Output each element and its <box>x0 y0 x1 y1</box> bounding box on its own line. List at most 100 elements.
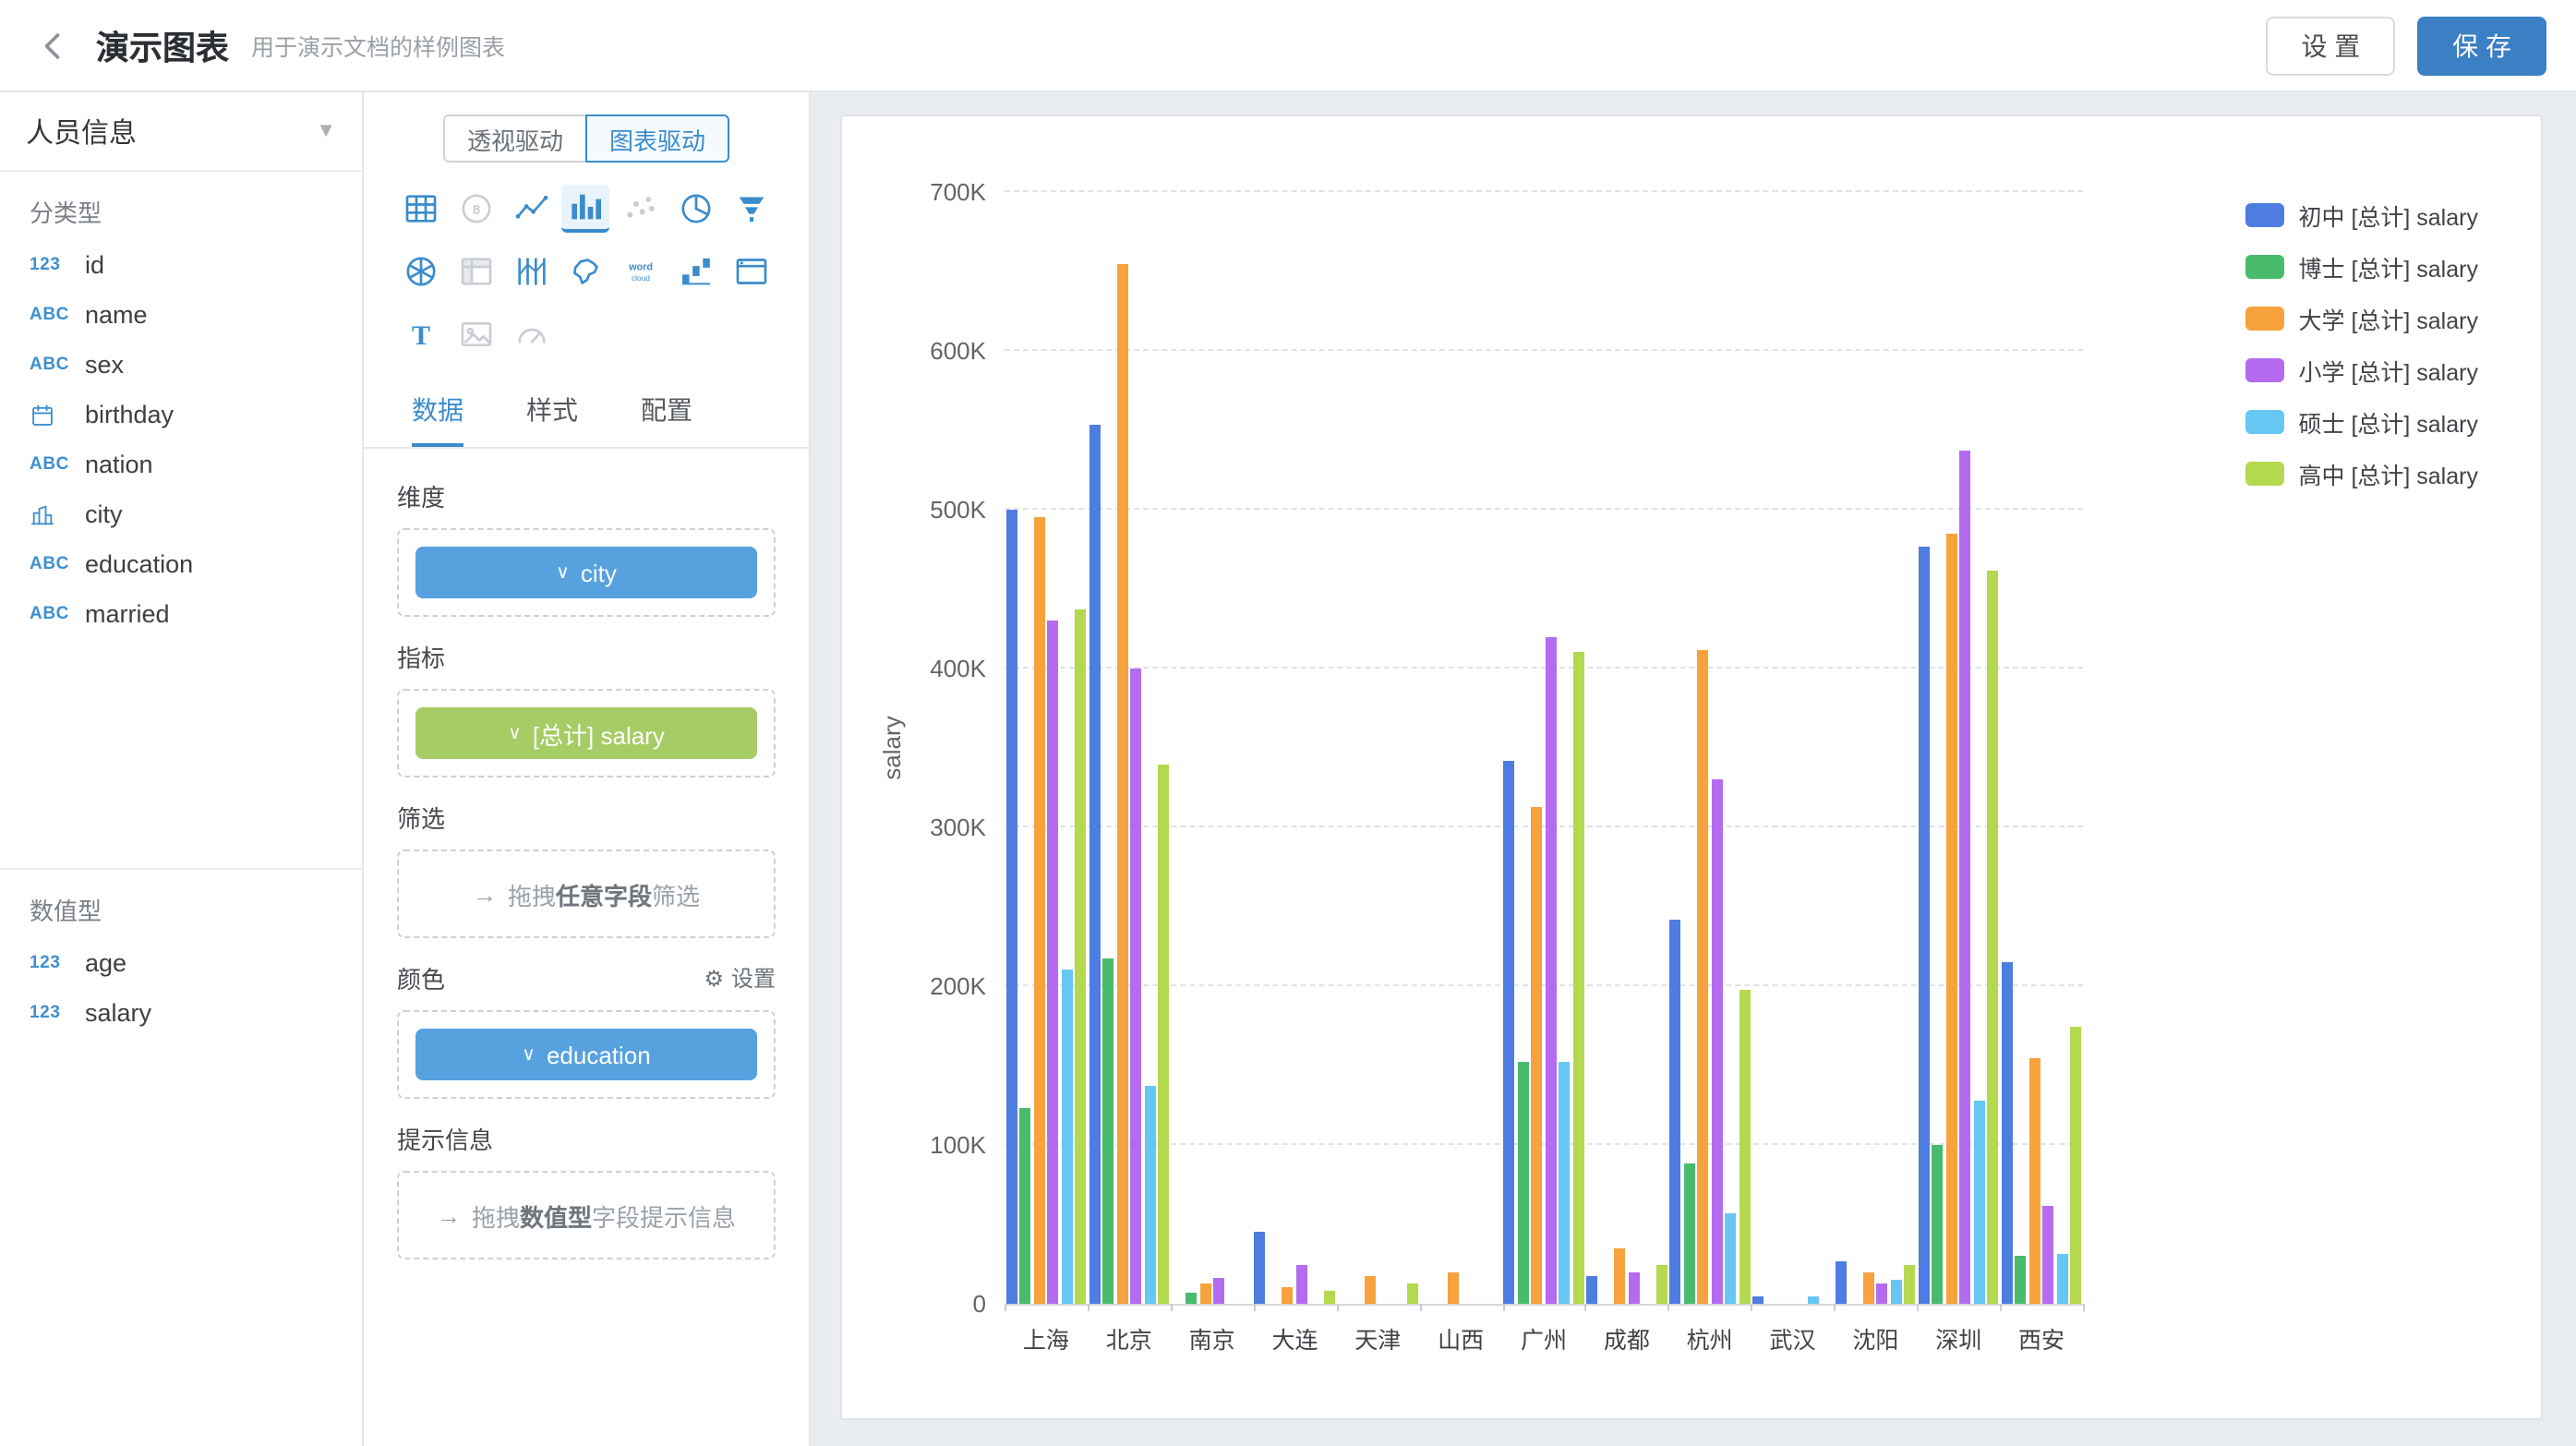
bar[interactable] <box>1517 1063 1528 1304</box>
bar[interactable] <box>1614 1248 1625 1304</box>
bar[interactable] <box>1005 510 1017 1304</box>
bar[interactable] <box>1213 1278 1224 1304</box>
table-chart-icon[interactable] <box>397 185 445 233</box>
bar[interactable] <box>1697 649 1708 1304</box>
bar[interactable] <box>1572 653 1583 1304</box>
bar[interactable] <box>1324 1291 1335 1304</box>
bar[interactable] <box>1296 1264 1307 1304</box>
bar[interactable] <box>1946 534 1957 1304</box>
pie-chart-icon[interactable] <box>672 185 720 233</box>
bar[interactable] <box>1061 970 1072 1304</box>
parallel-chart-icon[interactable] <box>507 247 555 295</box>
funnel-chart-icon[interactable] <box>728 185 776 233</box>
bar[interactable] <box>1019 1108 1030 1304</box>
tab-config[interactable]: 配置 <box>641 377 692 447</box>
bar[interactable] <box>1559 1063 1570 1304</box>
bar[interactable] <box>1891 1280 1902 1304</box>
color-pill-education[interactable]: ∨ education <box>415 1029 757 1080</box>
measure-pill-salary[interactable]: ∨ [总计] salary <box>415 707 757 759</box>
save-button[interactable]: 保 存 <box>2417 16 2546 75</box>
waterfall-chart-icon[interactable] <box>672 247 720 295</box>
legend-item[interactable]: 大学 [总计] salary <box>2245 301 2479 336</box>
bar-chart-icon[interactable] <box>562 185 610 233</box>
legend-item[interactable]: 初中 [总计] salary <box>2245 198 2479 233</box>
field-item-name[interactable]: ABCname <box>0 290 362 340</box>
mode-tab-pivot-mode[interactable]: 透视驱动 <box>443 114 587 163</box>
bar[interactable] <box>1158 764 1169 1304</box>
bar[interactable] <box>1186 1293 1197 1304</box>
bar[interactable] <box>1102 958 1113 1304</box>
bar[interactable] <box>2071 1026 2082 1304</box>
mode-tab-chart-mode[interactable]: 图表驱动 <box>585 114 729 163</box>
field-item-sex[interactable]: ABCsex <box>0 340 362 390</box>
bar[interactable] <box>2029 1057 2040 1304</box>
bar[interactable] <box>1503 761 1514 1304</box>
field-item-age[interactable]: 123age <box>0 938 362 988</box>
field-item-salary[interactable]: 123salary <box>0 988 362 1038</box>
bar[interactable] <box>2043 1205 2054 1304</box>
chevron-down-icon[interactable]: ▼ <box>316 120 336 142</box>
color-settings-button[interactable]: ⚙ 设置 <box>704 962 776 994</box>
bar[interactable] <box>1683 1164 1694 1304</box>
bar[interactable] <box>1808 1295 1819 1304</box>
bar[interactable] <box>1655 1264 1667 1304</box>
legend-item[interactable]: 硕士 [总计] salary <box>2245 404 2479 440</box>
bar[interactable] <box>1545 637 1556 1304</box>
legend-item[interactable]: 小学 [总计] salary <box>2245 353 2479 388</box>
bar[interactable] <box>1199 1283 1210 1304</box>
bar[interactable] <box>1407 1283 1418 1304</box>
bar[interactable] <box>1669 920 1680 1304</box>
bar[interactable] <box>1905 1264 1916 1304</box>
frame-chart-icon[interactable] <box>728 247 776 295</box>
bar[interactable] <box>1449 1272 1460 1304</box>
bar[interactable] <box>1116 263 1127 1304</box>
bar[interactable] <box>1932 1145 1944 1304</box>
bar[interactable] <box>1836 1261 1847 1304</box>
bar[interactable] <box>2016 1256 2027 1304</box>
bar[interactable] <box>1586 1275 1597 1304</box>
bar[interactable] <box>1047 621 1058 1304</box>
measure-dropzone[interactable]: ∨ [总计] salary <box>397 689 776 777</box>
bar[interactable] <box>1282 1288 1294 1304</box>
bar[interactable] <box>2057 1253 2068 1304</box>
dimension-dropzone[interactable]: ∨ city <box>397 528 776 617</box>
settings-button[interactable]: 设 置 <box>2266 16 2395 75</box>
bar[interactable] <box>1144 1086 1155 1304</box>
bar[interactable] <box>1988 570 1999 1304</box>
wordcloud-chart-icon[interactable]: wordcloud <box>618 247 666 295</box>
radar-chart-icon[interactable] <box>397 247 445 295</box>
bar[interactable] <box>1366 1275 1377 1304</box>
bar[interactable] <box>1739 989 1750 1304</box>
legend-item[interactable]: 博士 [总计] salary <box>2245 249 2479 284</box>
bar[interactable] <box>1531 807 1542 1304</box>
filter-dropzone[interactable]: → 拖拽任意字段筛选 <box>397 850 776 938</box>
field-item-nation[interactable]: ABCnation <box>0 440 362 489</box>
bar[interactable] <box>1711 779 1722 1304</box>
field-item-married[interactable]: ABCmarried <box>0 589 362 639</box>
field-item-education[interactable]: ABCeducation <box>0 539 362 589</box>
dimension-pill-city[interactable]: ∨ city <box>415 547 757 598</box>
bar[interactable] <box>1919 547 1930 1304</box>
bar[interactable] <box>1877 1283 1888 1304</box>
field-item-birthday[interactable]: birthday <box>0 390 362 440</box>
bar[interactable] <box>2002 962 2013 1304</box>
field-item-city[interactable]: city <box>0 489 362 539</box>
tab-style[interactable]: 样式 <box>526 377 578 447</box>
text-chart-icon[interactable]: T <box>397 310 445 358</box>
field-item-id[interactable]: 123id <box>0 240 362 290</box>
bar[interactable] <box>1974 1101 1985 1304</box>
bar[interactable] <box>1255 1233 1266 1304</box>
bar[interactable] <box>1725 1213 1736 1304</box>
bar[interactable] <box>1075 609 1086 1304</box>
bar[interactable] <box>1033 518 1044 1304</box>
bar[interactable] <box>1130 669 1141 1304</box>
tab-data[interactable]: 数据 <box>412 377 463 447</box>
line-chart-icon[interactable] <box>507 185 555 233</box>
bar[interactable] <box>1628 1272 1639 1304</box>
map-chart-icon[interactable] <box>562 247 610 295</box>
legend-item[interactable]: 高中 [总计] salary <box>2245 456 2479 491</box>
back-button[interactable] <box>30 21 78 69</box>
bar[interactable] <box>1863 1272 1874 1304</box>
tooltip-dropzone[interactable]: → 拖拽数值型字段提示信息 <box>397 1171 776 1259</box>
color-dropzone[interactable]: ∨ education <box>397 1010 776 1099</box>
